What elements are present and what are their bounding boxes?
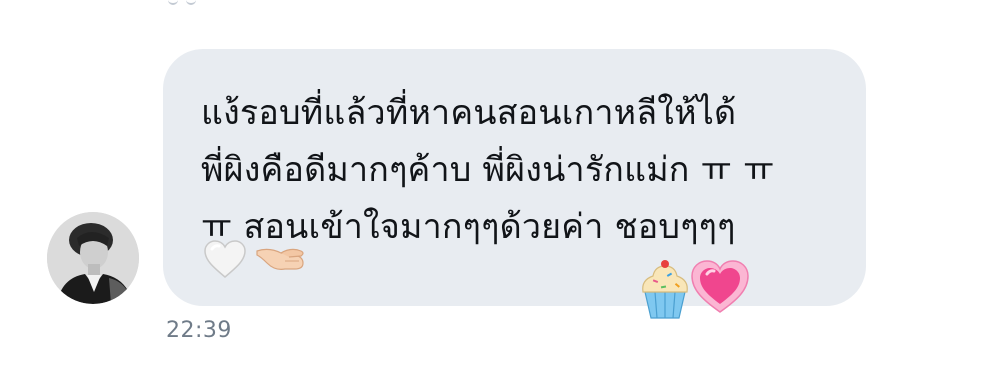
avatar-photo [47,212,139,304]
message-line: แง้รอบที่แล้วที่หาคนสอนเกาหลีให้ได้ [201,93,737,133]
white-heart-icon [204,240,246,278]
pinching-hand-icon [256,248,304,270]
message-bubble[interactable]: แง้รอบที่แล้วที่หาคนสอนเกาหลีให้ได้ พี่ผ… [163,49,866,306]
avatar[interactable] [47,212,139,304]
cupcake-icon [642,260,688,319]
pink-heart-icon [691,260,749,313]
message-text: แง้รอบที่แล้วที่หาคนสอนเกาหลีให้ได้ พี่ผ… [201,85,841,256]
previous-message-fragment [168,0,228,6]
message-timestamp: 22:39 [166,318,232,343]
chat-screen: แง้รอบที่แล้วที่หาคนสอนเกาหลีให้ได้ พี่ผ… [0,0,998,373]
reaction-emojis[interactable] [637,258,757,320]
message-line: พี่ผิงคือดีมากๆค้าบ พี่ผิงน่ารักแม่ก ㅠ ㅠ [201,150,775,190]
inline-emoji-row [203,239,309,279]
